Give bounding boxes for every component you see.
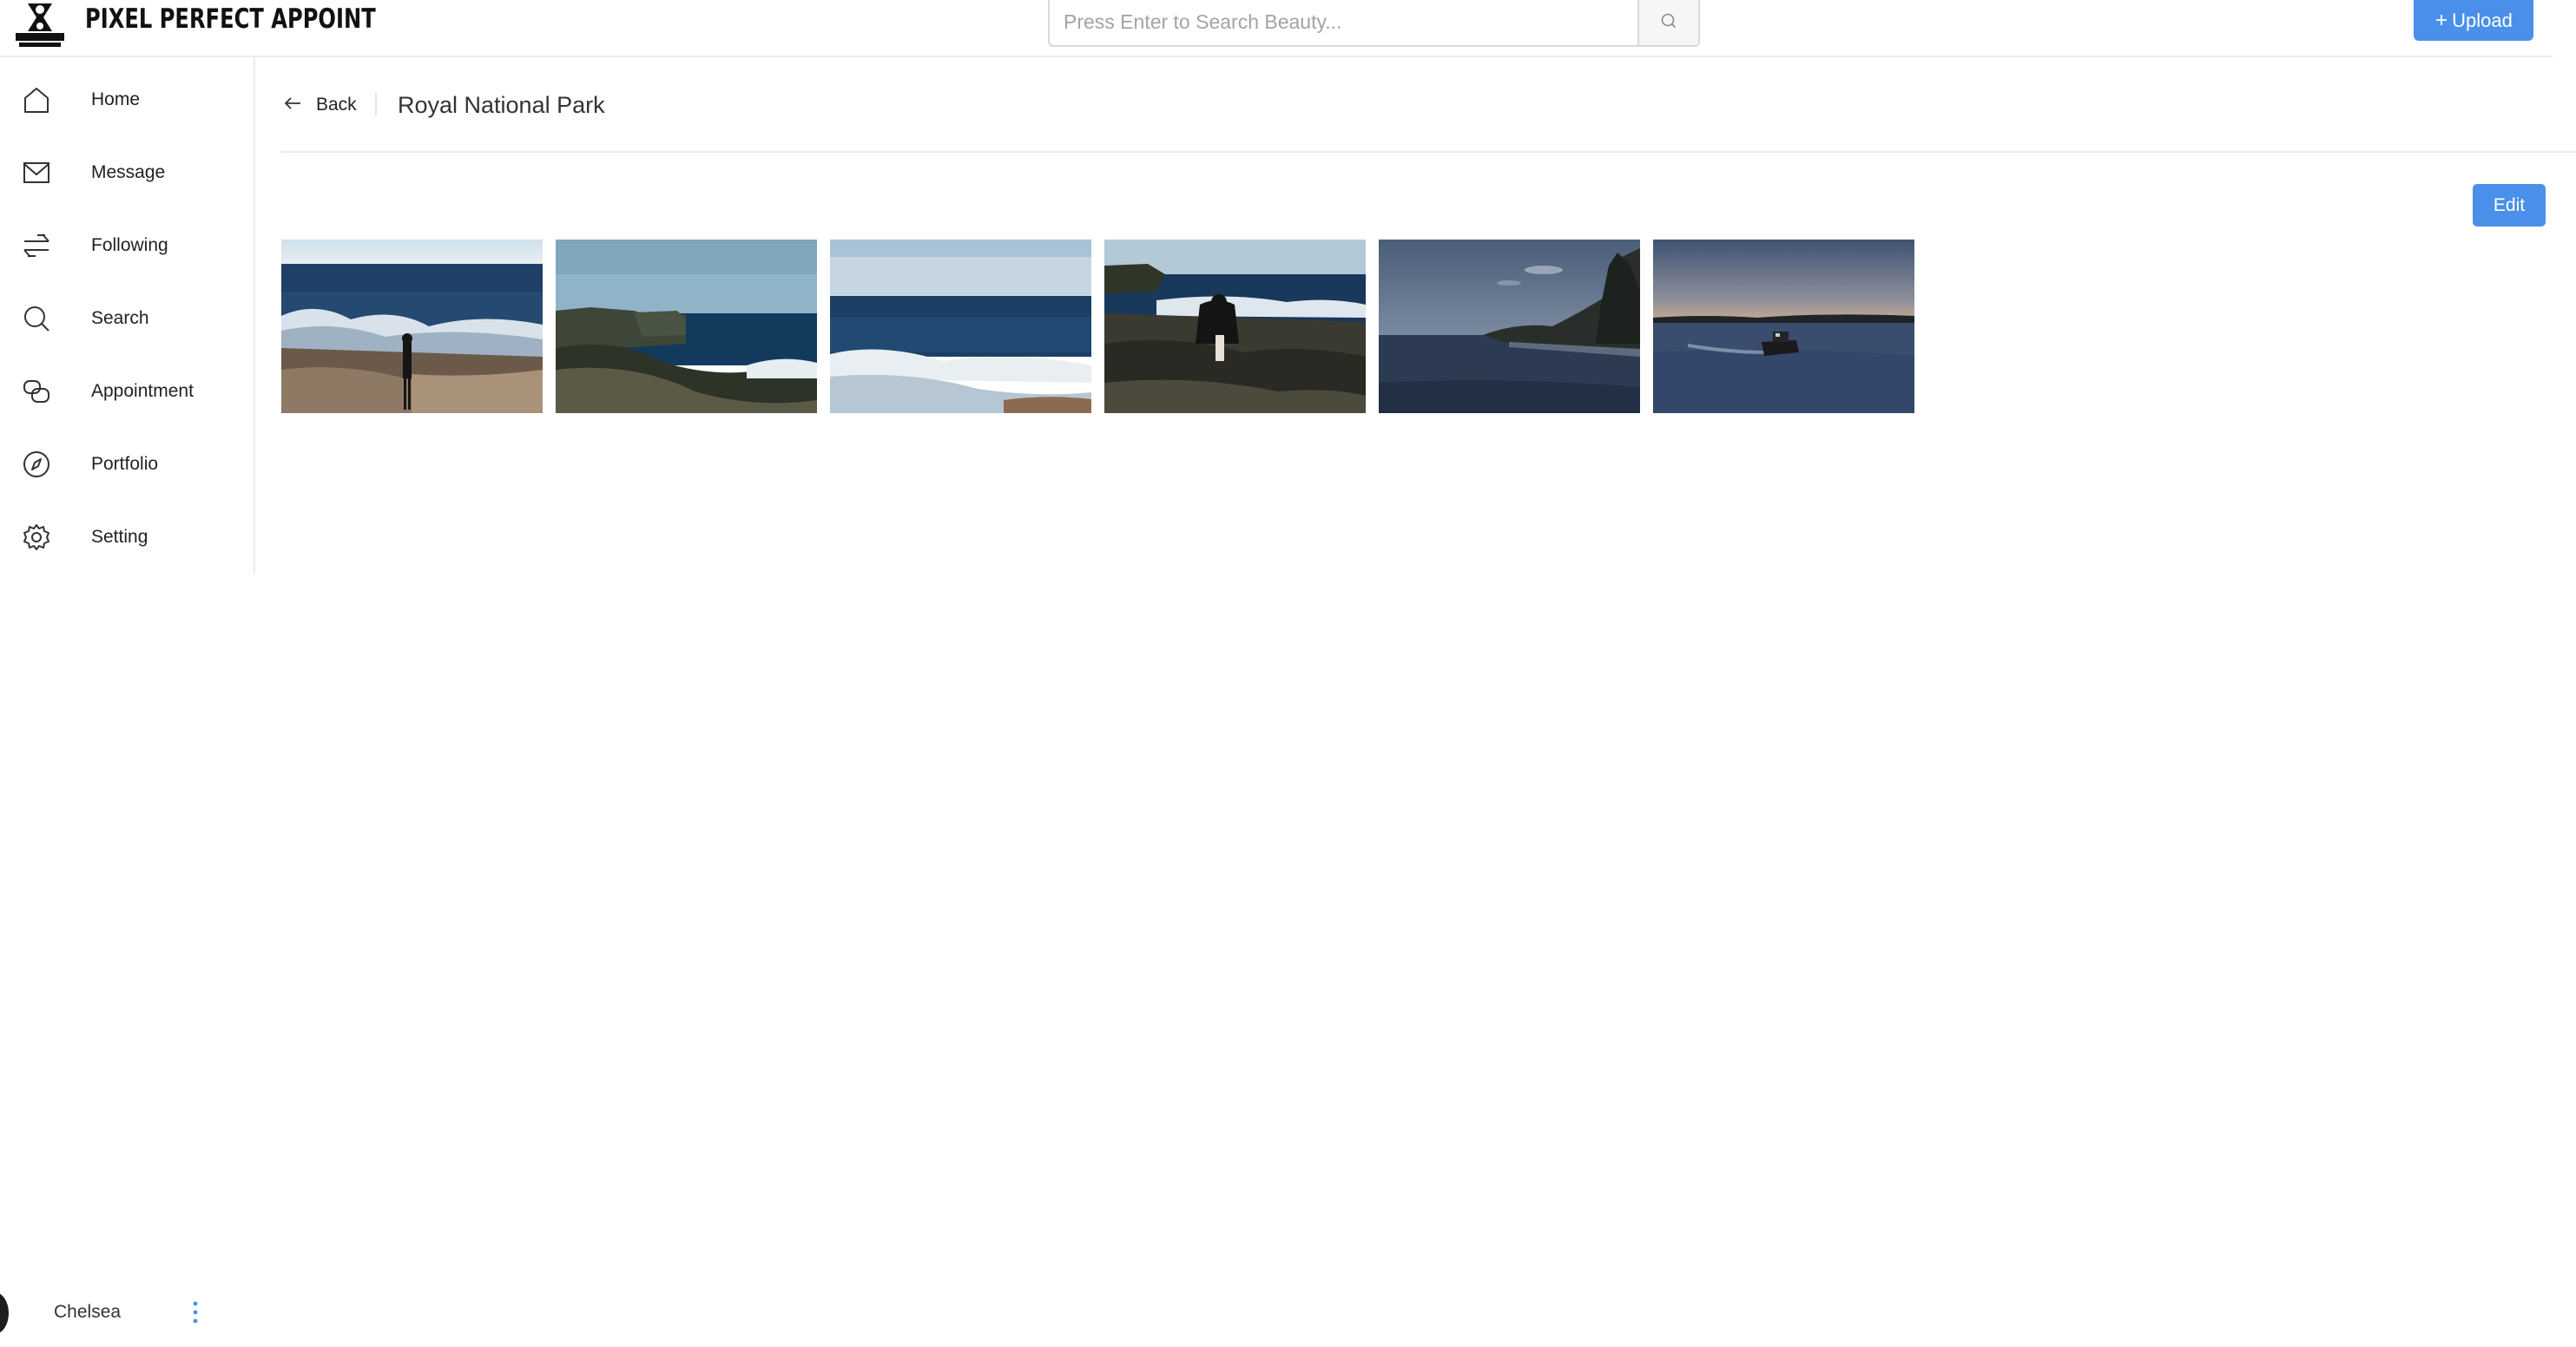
more-vertical-icon[interactable] [187, 1297, 204, 1328]
gear-icon [19, 520, 54, 555]
user-profile[interactable]: Chelsea [0, 1291, 226, 1335]
sidebar-item-following[interactable]: Following [0, 220, 254, 272]
title-divider [375, 92, 377, 116]
search-bar [1048, 0, 1700, 47]
sidebar-item-label: Portfolio [91, 454, 159, 474]
photo-rocks-person-sitting[interactable] [1104, 240, 1366, 413]
logo-icon[interactable] [12, 0, 68, 50]
edit-button[interactable]: Edit [2473, 184, 2546, 227]
sidebar-item-search[interactable]: Search [0, 292, 254, 345]
photo-bay-dusk-shoreline[interactable] [1379, 240, 1640, 413]
sidebar-item-label: Setting [91, 527, 148, 547]
upload-label: Upload [2452, 9, 2513, 31]
page-title: Royal National Park [398, 92, 605, 118]
search-icon [1659, 11, 1678, 35]
back-button[interactable]: Back [283, 88, 357, 122]
home-icon [19, 82, 54, 117]
brand-name[interactable]: PIXEL PERFECT APPOINT [85, 0, 376, 38]
sidebar-item-portfolio[interactable]: Portfolio [0, 438, 254, 490]
following-icon [19, 228, 54, 263]
sidebar-item-home[interactable]: Home [0, 74, 254, 126]
sidebar-item-label: Home [91, 89, 141, 109]
search-button[interactable] [1637, 0, 1698, 45]
photo-coastal-cliff[interactable] [556, 240, 817, 413]
user-name: Chelsea [54, 1302, 122, 1322]
arrow-left-icon [283, 94, 302, 117]
plus-icon [2434, 10, 2448, 32]
photo-ocean-rocks-person[interactable] [281, 240, 543, 413]
sidebar-item-label: Following [91, 235, 168, 255]
top-header: PIXEL PERFECT APPOINT Upload [0, 0, 2553, 57]
sidebar-item-label: Search [91, 308, 149, 328]
avatar[interactable] [0, 1292, 9, 1334]
appointment-icon [19, 374, 54, 409]
compass-icon [19, 447, 54, 482]
sidebar-item-label: Appointment [91, 381, 194, 401]
sidebar-item-setting[interactable]: Setting [0, 511, 254, 563]
photo-ocean-waves[interactable] [830, 240, 1091, 413]
mail-icon [19, 155, 54, 190]
header-divider [281, 151, 2576, 153]
sidebar-item-label: Message [91, 162, 166, 182]
search-icon [19, 301, 54, 336]
upload-button[interactable]: Upload [2414, 0, 2533, 41]
sidebar-item-appointment[interactable]: Appointment [0, 365, 254, 417]
sidebar: Home Message Following Search Appointmen… [0, 57, 255, 575]
search-input[interactable] [1050, 0, 1637, 43]
sidebar-item-message[interactable]: Message [0, 147, 254, 199]
back-label: Back [316, 95, 357, 115]
photo-boat-dusk[interactable] [1653, 240, 1914, 413]
